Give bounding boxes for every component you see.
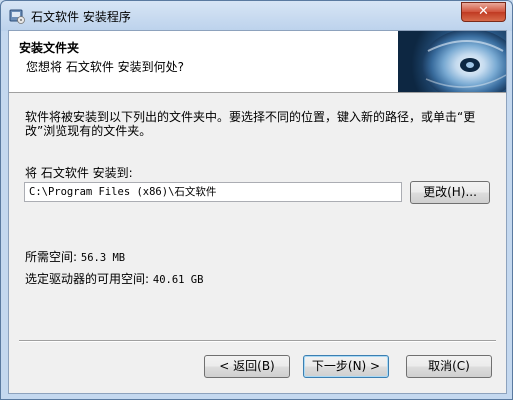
header-title: 安装文件夹 xyxy=(19,41,80,55)
installer-window: 石文软件 安装程序 ✕ 安装文件夹 您想将 石文软件 安装到何处? 软件将被安装… xyxy=(0,0,513,400)
cd-disc-image xyxy=(398,31,506,92)
destination-label: 将 石文软件 安装到: xyxy=(25,166,133,180)
space-available-label: 选定驱动器的可用空间: xyxy=(25,272,150,286)
space-available: 选定驱动器的可用空间: 40.61 GB xyxy=(25,270,203,287)
installer-icon xyxy=(9,9,25,24)
header-subtitle: 您想将 石文软件 安装到何处? xyxy=(26,60,184,74)
wizard-header: 安装文件夹 您想将 石文软件 安装到何处? xyxy=(9,31,506,93)
close-icon: ✕ xyxy=(478,4,489,19)
title-bar[interactable]: 石文软件 安装程序 ✕ xyxy=(1,1,512,30)
space-required: 所需空间: 56.3 MB xyxy=(25,248,125,265)
dialog-client-area: 安装文件夹 您想将 石文软件 安装到何处? 软件将被安装到以下列出的文件夹中。要… xyxy=(8,30,507,394)
close-button[interactable]: ✕ xyxy=(461,2,506,22)
change-folder-button[interactable]: 更改(H)... xyxy=(410,181,490,204)
space-required-value: 56.3 MB xyxy=(80,252,126,264)
footer-divider xyxy=(19,340,496,342)
description-text: 软件将被安装到以下列出的文件夹中。要选择不同的位置，键入新的路径，或单击“更改”… xyxy=(25,110,476,138)
space-required-label: 所需空间: xyxy=(25,250,78,264)
cancel-button[interactable]: 取消(C) xyxy=(406,355,492,378)
destination-path-input[interactable]: C:\Program Files (x86)\石文软件 xyxy=(24,182,402,202)
space-available-value: 40.61 GB xyxy=(152,274,204,286)
back-button[interactable]: < 返回(B) xyxy=(204,355,290,378)
window-title: 石文软件 安装程序 xyxy=(31,10,131,24)
next-button[interactable]: 下一步(N) > xyxy=(303,355,389,378)
